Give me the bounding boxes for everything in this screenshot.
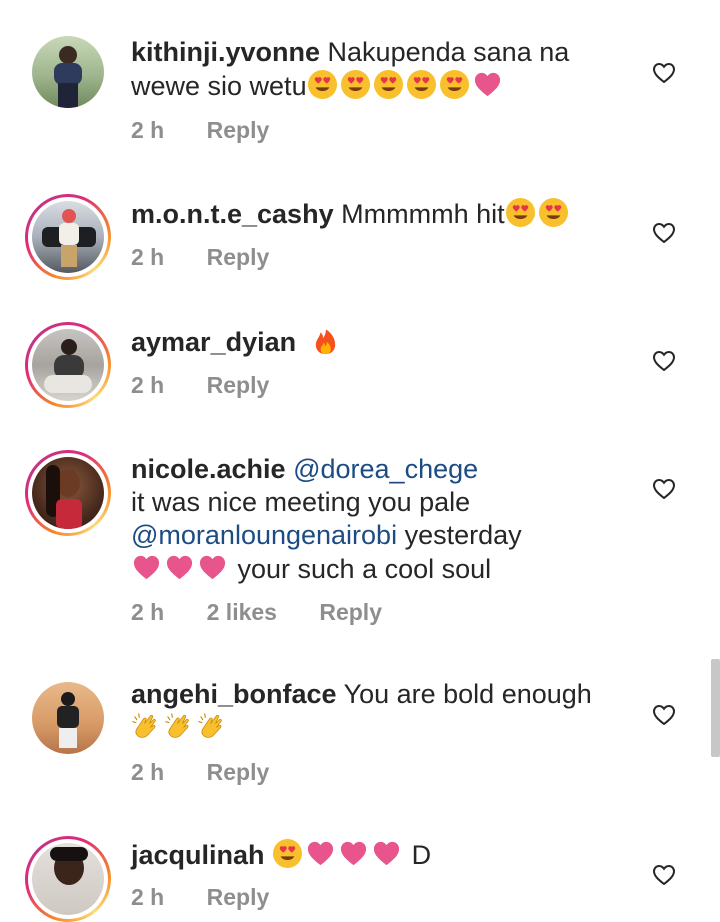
pink-heart-icon	[131, 552, 162, 583]
clapping-hands-icon	[164, 711, 195, 742]
reply-button[interactable]: Reply	[207, 372, 270, 398]
heart-eyes-icon	[340, 69, 371, 100]
likes-count[interactable]: 2 likes	[207, 599, 277, 625]
comment-username[interactable]: aymar_dyian	[131, 327, 296, 357]
comment-body: your such a cool soul	[237, 554, 492, 584]
fire-icon	[310, 325, 341, 356]
avatar-image	[32, 843, 104, 915]
avatar-image	[32, 36, 104, 108]
avatar-image	[32, 682, 104, 754]
comment-body: yesterday	[404, 520, 522, 550]
pink-heart-icon	[371, 838, 402, 869]
heart-eyes-icon	[406, 69, 437, 100]
like-heart-icon[interactable]	[652, 349, 676, 373]
comment-text: jacqulinah D	[131, 838, 611, 872]
pink-heart-icon	[164, 552, 195, 583]
comment-text: nicole.achie @dorea_chege it was nice me…	[131, 453, 611, 586]
heart-eyes-icon	[307, 69, 338, 100]
comment-username[interactable]: nicole.achie	[131, 454, 286, 484]
comment-text: kithinji.yvonne Nakupenda sana na wewe s…	[131, 36, 611, 103]
like-heart-icon[interactable]	[652, 61, 676, 85]
comment-time: 2 h	[131, 117, 165, 143]
avatar[interactable]	[25, 836, 111, 922]
comment-meta: 2 h Reply	[131, 117, 305, 144]
avatar[interactable]	[25, 194, 111, 280]
clapping-hands-icon	[197, 711, 228, 742]
avatar-image	[32, 201, 104, 273]
pink-heart-icon	[305, 838, 336, 869]
comment-meta: 2 h 2 likes Reply	[131, 599, 418, 626]
comment-body-line: it was nice meeting you pale	[131, 487, 471, 517]
heart-eyes-icon	[439, 69, 470, 100]
like-heart-icon[interactable]	[652, 477, 676, 501]
mention-link[interactable]: @dorea_chege	[293, 454, 478, 484]
comment-meta: 2 h Reply	[131, 372, 305, 399]
comment-meta: 2 h Reply	[131, 884, 305, 911]
like-heart-icon[interactable]	[652, 221, 676, 245]
reply-button[interactable]: Reply	[207, 117, 270, 143]
mention-link[interactable]: @moranloungenairobi	[131, 520, 397, 550]
avatar-image	[32, 329, 104, 401]
comment-text: m.o.n.t.e_cashy Mmmmmh hit	[131, 197, 611, 231]
comment-username[interactable]: angehi_bonface	[131, 679, 337, 709]
reply-button[interactable]: Reply	[207, 244, 270, 270]
reply-button[interactable]: Reply	[207, 759, 270, 785]
like-heart-icon[interactable]	[652, 863, 676, 887]
comment-text: angehi_bonface You are bold enough	[131, 678, 611, 745]
avatar[interactable]	[25, 450, 111, 536]
comment-time: 2 h	[131, 884, 165, 910]
heart-eyes-icon	[538, 197, 569, 228]
like-heart-icon[interactable]	[652, 703, 676, 727]
reply-button[interactable]: Reply	[319, 599, 382, 625]
pink-heart-icon	[338, 838, 369, 869]
clapping-hands-icon	[131, 711, 162, 742]
comment-body: Mmmmmh hit	[341, 199, 505, 229]
comment-time: 2 h	[131, 759, 165, 785]
avatar[interactable]	[25, 29, 111, 115]
comment-username[interactable]: jacqulinah	[131, 840, 265, 870]
pink-heart-icon	[197, 552, 228, 583]
comment-time: 2 h	[131, 599, 165, 625]
avatar-image	[32, 457, 104, 529]
comment-text: aymar_dyian	[131, 325, 611, 359]
pink-heart-icon	[472, 69, 503, 100]
comment-username[interactable]: m.o.n.t.e_cashy	[131, 199, 334, 229]
comment-meta: 2 h Reply	[131, 759, 305, 786]
avatar[interactable]	[25, 322, 111, 408]
heart-eyes-icon	[505, 197, 536, 228]
heart-eyes-icon	[272, 838, 303, 869]
comment-username[interactable]: kithinji.yvonne	[131, 37, 320, 67]
heart-eyes-icon	[373, 69, 404, 100]
scrollbar-thumb[interactable]	[711, 659, 720, 757]
comment-time: 2 h	[131, 372, 165, 398]
comment-body: You are bold enough	[343, 679, 592, 709]
reply-button[interactable]: Reply	[207, 884, 270, 910]
comment-body: D	[411, 840, 432, 870]
avatar[interactable]	[25, 675, 111, 761]
comment-meta: 2 h Reply	[131, 244, 305, 271]
comment-time: 2 h	[131, 244, 165, 270]
